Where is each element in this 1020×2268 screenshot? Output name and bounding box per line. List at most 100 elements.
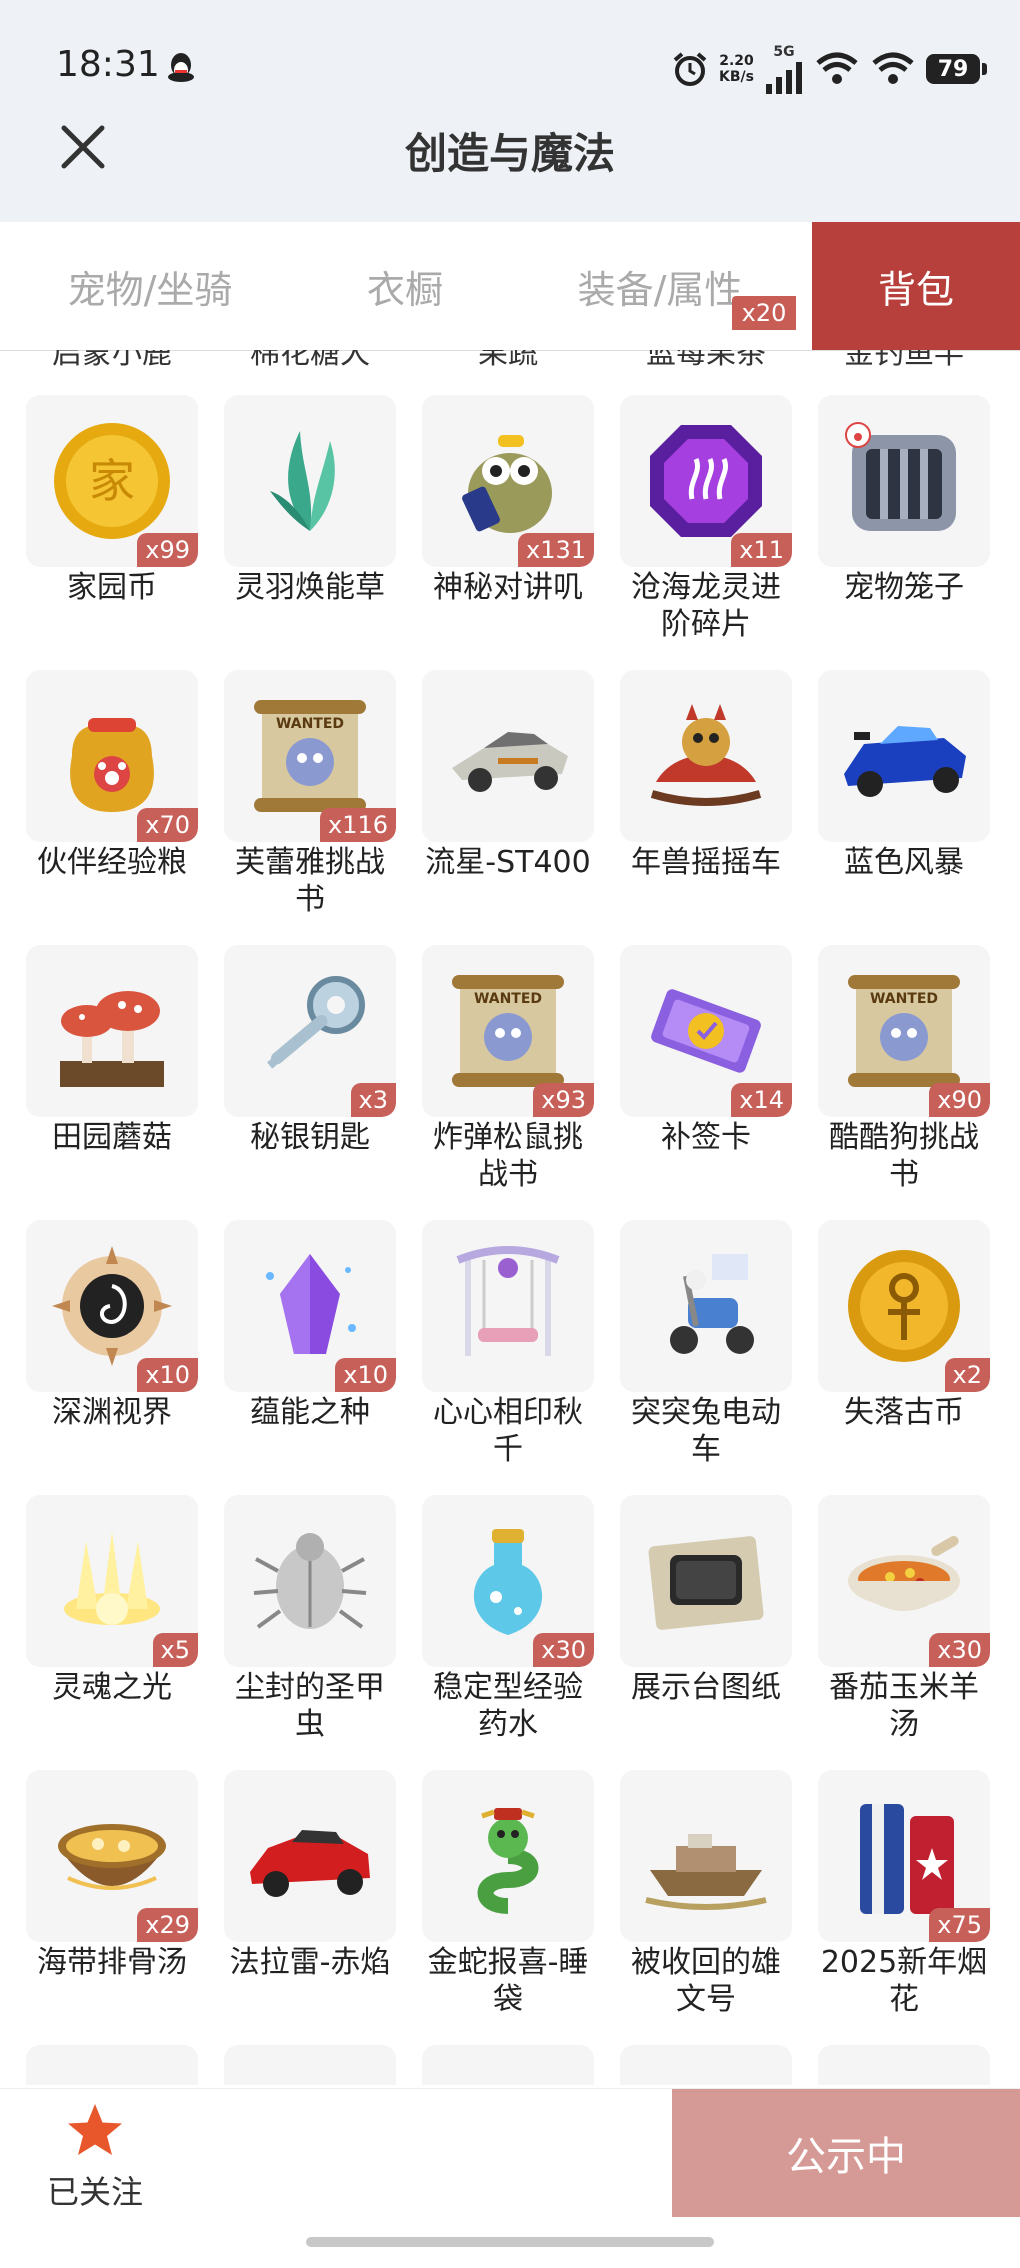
inventory-item[interactable]: 家 x99 家园币 (26, 395, 198, 670)
tab-backpack[interactable]: 背包 (812, 222, 1020, 350)
item-tile: x30 (422, 1495, 594, 1667)
inventory-item[interactable]: x70 伙伴经验粮 (26, 670, 198, 945)
inventory-item[interactable]: x75 2025新年烟花 (818, 1770, 990, 2045)
battery-indicator: 79 (926, 54, 987, 84)
inventory-item[interactable]: 心心相印秋千 (422, 1220, 594, 1495)
item-name: 突突兔电动车 (631, 1395, 781, 1467)
svg-text:WANTED: WANTED (276, 716, 344, 732)
inventory-item[interactable]: 流星-ST400 (422, 670, 594, 945)
item-tile (620, 1770, 792, 1942)
inventory-item[interactable]: x11 沧海龙灵进阶碎片 (620, 395, 792, 670)
inventory-item[interactable]: 金蛇报喜-睡袋 (422, 1770, 594, 2045)
wanted-scroll-icon: WANTED (254, 700, 366, 812)
item-tile[interactable] (26, 2045, 198, 2085)
signal-icon (766, 62, 802, 94)
item-name: 年兽摇摇车 (631, 845, 781, 880)
blueprint-icon (648, 1536, 764, 1630)
inventory-item[interactable]: 年兽摇摇车 (620, 670, 792, 945)
inventory-item[interactable]: 尘封的圣甲虫 (224, 1495, 396, 1770)
tab-equipment[interactable]: 装备/属性 (530, 222, 790, 350)
inventory-item[interactable]: x10 深渊视界 (26, 1220, 198, 1495)
follow-button[interactable]: 已关注 (40, 2101, 150, 2213)
item-tile[interactable] (422, 2045, 594, 2085)
item-name: 海带排骨汤 (37, 1945, 187, 1980)
inventory-item[interactable]: WANTED x90 酷酷狗挑战书 (818, 945, 990, 1220)
home-indicator[interactable] (306, 2237, 714, 2247)
inventory-item[interactable]: 蓝色风暴 (818, 670, 990, 945)
item-grid: 家 x99 家园币 灵羽焕能草 x131 神秘对讲叽 x11 沧海龙灵进阶碎片 宠物笼子 x70 伙… (26, 395, 996, 2045)
item-tile[interactable] (818, 2045, 990, 2085)
net-speed: 2.20 KB/s (719, 53, 754, 85)
item-name: 蕴能之种 (250, 1395, 370, 1430)
inventory-item[interactable]: x14 补签卡 (620, 945, 792, 1220)
item-tile (422, 1770, 594, 1942)
stew-pot-icon (58, 1824, 166, 1890)
top-header: 18:31 2.20 KB/s 5G 79 创造与魔法 (0, 0, 1020, 222)
item-tile: x14 (620, 945, 792, 1117)
item-tile[interactable] (224, 2045, 396, 2085)
inventory-item[interactable]: 展示台图纸 (620, 1495, 792, 1770)
equipment-count-badge: x20 (732, 296, 796, 330)
item-name: 炸弹松鼠挑战书 (433, 1120, 583, 1192)
item-name: 金蛇报喜-睡袋 (427, 1945, 589, 2017)
inventory-item[interactable]: x30 番茄玉米羊汤 (818, 1495, 990, 1770)
item-name: 灵羽焕能草 (235, 570, 385, 605)
item-tile[interactable] (620, 2045, 792, 2085)
inventory-item[interactable]: x131 神秘对讲叽 (422, 395, 594, 670)
inventory-item[interactable]: x5 灵魂之光 (26, 1495, 198, 1770)
inventory-item[interactable]: x29 海带排骨汤 (26, 1770, 198, 2045)
item-name: 酷酷狗挑战书 (829, 1120, 979, 1192)
inventory-item[interactable]: 田园蘑菇 (26, 945, 198, 1220)
item-tile: WANTED x93 (422, 945, 594, 1117)
inventory-item[interactable]: WANTED x93 炸弹松鼠挑战书 (422, 945, 594, 1220)
ancient-coin-icon (848, 1250, 960, 1362)
item-name: 尘封的圣甲虫 (235, 1670, 385, 1742)
inventory-item[interactable]: 突突兔电动车 (620, 1220, 792, 1495)
network-type: 5G (764, 44, 804, 94)
item-name: 神秘对讲叽 (433, 570, 583, 605)
item-tile (224, 395, 396, 567)
item-tile (422, 1220, 594, 1392)
status-icons: 2.20 KB/s 5G 79 (671, 44, 987, 94)
feather-grass-icon (270, 431, 335, 531)
item-name: 蓝莓果茶 (646, 350, 766, 371)
inventory-item[interactable]: x30 稳定型经验药水 (422, 1495, 594, 1770)
item-tile: WANTED x116 (224, 670, 396, 842)
item-tile: 家 x99 (26, 395, 198, 567)
item-name: 伙伴经验粮 (37, 845, 187, 880)
inventory-item[interactable]: 宠物笼子 (818, 395, 990, 670)
wifi-icon (872, 52, 914, 84)
item-tile (620, 670, 792, 842)
inventory-item[interactable]: 灵羽焕能草 (224, 395, 396, 670)
inventory-item[interactable]: 被收回的雄文号 (620, 1770, 792, 2045)
inventory-item[interactable]: x10 蕴能之种 (224, 1220, 396, 1495)
scooter-icon (670, 1254, 754, 1354)
inventory-item[interactable]: 法拉雷-赤焰 (224, 1770, 396, 2045)
item-name: 芙蕾雅挑战书 (235, 845, 385, 917)
announce-button[interactable]: 公示中 (672, 2089, 1020, 2217)
inventory-item[interactable]: x3 秘银钥匙 (224, 945, 396, 1220)
item-name: 2025新年烟花 (820, 1945, 988, 2017)
item-count-badge: x14 (731, 1083, 792, 1117)
item-count-badge: x75 (929, 1908, 990, 1942)
item-tile: x10 (224, 1220, 396, 1392)
ticket-icon (651, 989, 761, 1073)
item-count-badge: x131 (517, 533, 594, 567)
tab-wardrobe[interactable]: 衣橱 (300, 222, 510, 350)
star-icon (68, 2104, 122, 2155)
inventory-item[interactable]: x2 失落古币 (818, 1220, 990, 1495)
item-tile (26, 945, 198, 1117)
item-name: 启蒙小鹿 (52, 350, 172, 371)
page-title: 创造与魔法 (404, 129, 615, 178)
item-name: 番茄玉米羊汤 (829, 1670, 979, 1742)
tab-pets-mounts[interactable]: 宠物/坐骑 (0, 222, 300, 350)
inventory-item[interactable]: WANTED x116 芙蕾雅挑战书 (224, 670, 396, 945)
item-name: 家园币 (67, 570, 157, 605)
item-name: 秘银钥匙 (250, 1120, 370, 1155)
item-name: 果蔬 (478, 350, 538, 371)
item-count-badge: x70 (137, 808, 198, 842)
item-tile: x75 (818, 1770, 990, 1942)
racer-icon (452, 732, 568, 792)
beetle-icon (253, 1533, 367, 1629)
snake-icon (477, 1808, 539, 1914)
